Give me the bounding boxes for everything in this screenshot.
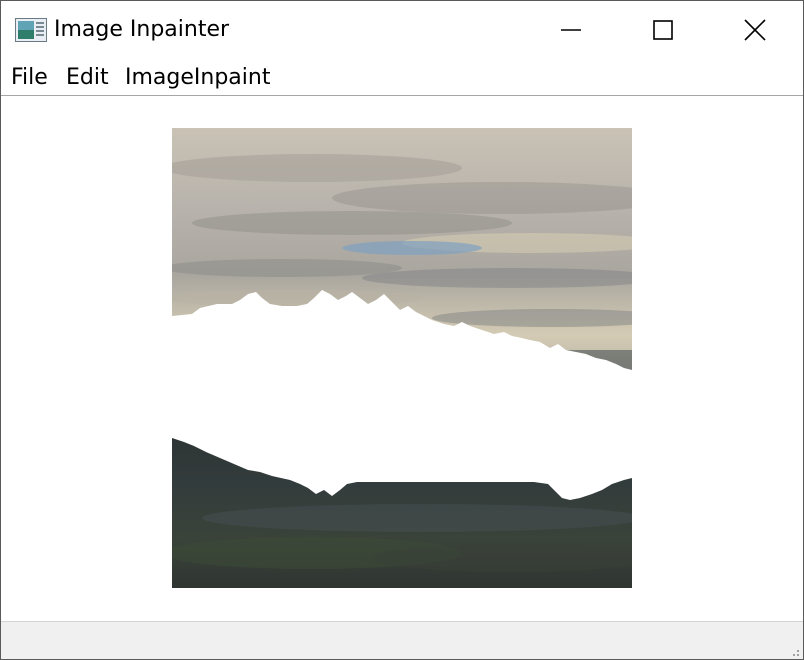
main-content-area bbox=[1, 96, 803, 621]
image-canvas[interactable] bbox=[172, 128, 632, 588]
maximize-icon bbox=[653, 20, 673, 40]
menu-file[interactable]: File bbox=[11, 63, 48, 93]
status-bar bbox=[1, 621, 803, 659]
app-image-icon bbox=[15, 18, 47, 42]
menu-imageinpaint[interactable]: ImageInpaint bbox=[125, 63, 270, 93]
close-button[interactable] bbox=[709, 1, 801, 59]
title-bar[interactable]: Image Inpainter bbox=[1, 1, 803, 59]
minimize-icon bbox=[561, 29, 581, 31]
app-window: Image Inpainter File Edit ImageInpaint bbox=[0, 0, 804, 660]
maximize-button[interactable] bbox=[617, 1, 709, 59]
menu-bar: File Edit ImageInpaint bbox=[1, 59, 803, 96]
resize-grip-icon[interactable] bbox=[789, 646, 801, 658]
minimize-button[interactable] bbox=[525, 1, 617, 59]
close-icon bbox=[744, 19, 766, 41]
menu-edit[interactable]: Edit bbox=[66, 63, 109, 93]
window-title: Image Inpainter bbox=[54, 17, 230, 42]
